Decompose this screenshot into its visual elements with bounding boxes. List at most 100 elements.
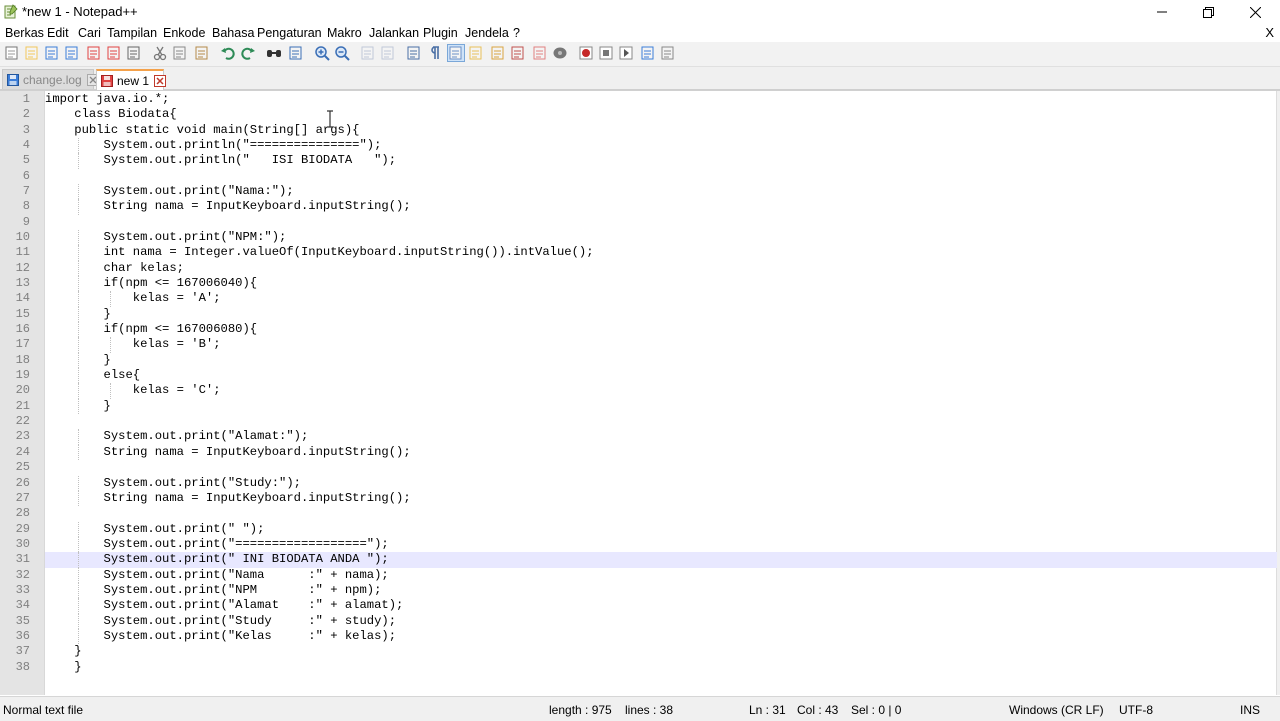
- code-line[interactable]: 7 System.out.print("Nama:");: [0, 184, 1280, 200]
- code-line[interactable]: 1 import java.io.*;: [0, 92, 1280, 107]
- find-icon[interactable]: [266, 45, 282, 61]
- code-line[interactable]: 19 else{: [0, 368, 1280, 384]
- code-line[interactable]: 17 kelas = 'B';: [0, 337, 1280, 353]
- monitoring-icon[interactable]: [552, 45, 568, 61]
- indent-guide-icon[interactable]: [447, 44, 465, 62]
- code-line[interactable]: 25: [0, 460, 1280, 475]
- minimize-button[interactable]: [1139, 0, 1185, 24]
- menu-plugin[interactable]: Plugin: [423, 26, 458, 40]
- close-document-button[interactable]: X: [1265, 25, 1274, 40]
- code-line[interactable]: 29 System.out.print(" ");: [0, 521, 1280, 537]
- new-file-icon[interactable]: [4, 45, 20, 61]
- run-macro-multiple-icon[interactable]: [640, 45, 656, 61]
- code-line[interactable]: 3 public static void main(String[] args)…: [0, 123, 1280, 138]
- restore-button[interactable]: [1185, 0, 1231, 24]
- menu-bahasa[interactable]: Bahasa: [212, 26, 254, 40]
- open-file-icon[interactable]: [24, 45, 40, 61]
- code-line[interactable]: 21 }: [0, 398, 1280, 415]
- editor[interactable]: 1 import java.io.*; 2 class Biodata{3 publ…: [0, 90, 1280, 695]
- code-line[interactable]: 26 System.out.print("Study:");: [0, 475, 1280, 491]
- record-macro-icon[interactable]: [578, 45, 594, 61]
- paste-icon[interactable]: [194, 45, 210, 61]
- indent-guide: [78, 306, 79, 323]
- undo-icon[interactable]: [220, 45, 236, 61]
- menu-makro[interactable]: Makro: [327, 26, 362, 40]
- replace-icon[interactable]: [288, 45, 304, 61]
- zoom-out-icon[interactable]: [334, 45, 350, 61]
- code-line[interactable]: 12 char kelas;: [0, 260, 1280, 277]
- function-list-icon[interactable]: [510, 45, 526, 61]
- menu-berkas[interactable]: Berkas: [5, 26, 44, 40]
- code-line[interactable]: 23 System.out.print("Alamat:");: [0, 429, 1280, 445]
- user-language-icon[interactable]: [468, 45, 484, 61]
- menu-pengaturan[interactable]: Pengaturan: [257, 26, 322, 40]
- tab-change-log[interactable]: change.log: [2, 69, 99, 89]
- menu-jalankan[interactable]: Jalankan: [369, 26, 419, 40]
- code-text: System.out.print("Kelas :" + kelas);: [45, 628, 397, 643]
- code-line[interactable]: 10 System.out.print("NPM:");: [0, 230, 1280, 246]
- menu-cari[interactable]: Cari: [78, 26, 101, 40]
- save-icon[interactable]: [44, 45, 60, 61]
- zoom-in-icon[interactable]: [314, 45, 330, 61]
- tab-bar: change.log new 1: [0, 67, 1280, 90]
- code-line[interactable]: 8 String nama = InputKeyboard.inputStrin…: [0, 199, 1280, 215]
- stop-record-icon[interactable]: [598, 45, 614, 61]
- folder-workspace-icon[interactable]: [532, 45, 548, 61]
- menu-help[interactable]: ?: [513, 26, 520, 40]
- code-line[interactable]: 4 System.out.println("===============");: [0, 138, 1280, 154]
- document-map-icon[interactable]: [490, 45, 506, 61]
- menu-tampilan[interactable]: Tampilan: [107, 26, 157, 40]
- sync-horizontal-icon[interactable]: [380, 45, 396, 61]
- code-line[interactable]: 11 int nama = Integer.valueOf(InputKeybo…: [0, 245, 1280, 261]
- save-all-icon[interactable]: [64, 45, 80, 61]
- print-icon[interactable]: [126, 45, 142, 61]
- menu-edit[interactable]: Edit: [47, 26, 69, 40]
- code-line[interactable]: 13 if(npm <= 167006040){: [0, 276, 1280, 292]
- show-all-chars-icon[interactable]: [426, 45, 442, 61]
- code-line[interactable]: 30 System.out.print("=================="…: [0, 536, 1280, 553]
- sync-vertical-icon[interactable]: [360, 45, 376, 61]
- code-line[interactable]: 32 System.out.print("Nama :" + nama);: [0, 567, 1280, 583]
- code-line[interactable]: 14 kelas = 'A';: [0, 291, 1280, 307]
- code-line[interactable]: 18 }: [0, 352, 1280, 369]
- eol-format[interactable]: Windows (CR LF): [1009, 703, 1104, 717]
- code-line[interactable]: 36 System.out.print("Kelas :" + kelas);: [0, 628, 1280, 645]
- code-line[interactable]: 31 System.out.print(" INI BIODATA ANDA "…: [0, 552, 1280, 568]
- cursor-line: Ln : 31: [749, 703, 786, 717]
- close-window-button[interactable]: [1232, 0, 1278, 24]
- tab-new-1[interactable]: new 1: [96, 69, 167, 90]
- close-file-icon[interactable]: [86, 45, 102, 61]
- code-text: }: [45, 644, 82, 659]
- menu-bar: Berkas Edit Cari Tampilan Enkode Bahasa …: [0, 24, 1280, 42]
- close-tab-icon[interactable]: [154, 74, 167, 87]
- play-macro-icon[interactable]: [618, 45, 634, 61]
- code-line[interactable]: 9: [0, 215, 1280, 230]
- code-line[interactable]: 24 String nama = InputKeyboard.inputStri…: [0, 444, 1280, 461]
- code-line[interactable]: 5 System.out.println(" ISI BIODATA ");: [0, 153, 1280, 169]
- redo-icon[interactable]: [240, 45, 256, 61]
- code-line[interactable]: 33 System.out.print("NPM :" + npm);: [0, 582, 1280, 599]
- code-line[interactable]: 28: [0, 506, 1280, 521]
- close-all-icon[interactable]: [106, 45, 122, 61]
- code-line[interactable]: 22: [0, 414, 1280, 429]
- code-line[interactable]: 15 }: [0, 306, 1280, 323]
- menu-enkode[interactable]: Enkode: [163, 26, 205, 40]
- code-line[interactable]: 34 System.out.print("Alamat :" + alamat)…: [0, 598, 1280, 614]
- code-line[interactable]: 20 kelas = 'C';: [0, 383, 1280, 399]
- copy-icon[interactable]: [172, 45, 188, 61]
- code-line[interactable]: 38 }: [0, 660, 1280, 675]
- code-line[interactable]: 2 class Biodata{: [0, 107, 1280, 122]
- save-macro-icon[interactable]: [660, 45, 676, 61]
- menu-jendela[interactable]: Jendela: [465, 26, 509, 40]
- word-wrap-icon[interactable]: [406, 45, 422, 61]
- encoding[interactable]: UTF-8: [1119, 703, 1153, 717]
- cut-icon[interactable]: [152, 45, 168, 61]
- code-line[interactable]: 27 String nama = InputKeyboard.inputStri…: [0, 490, 1280, 507]
- code-text: System.out.print("Study:");: [45, 475, 301, 490]
- code-line[interactable]: 16 if(npm <= 167006080){: [0, 322, 1280, 338]
- code-line[interactable]: 35 System.out.print("Study :" + study);: [0, 613, 1280, 629]
- code-line[interactable]: 6: [0, 169, 1280, 184]
- restore-icon: [1202, 6, 1214, 18]
- code-line[interactable]: 37 }: [0, 644, 1280, 659]
